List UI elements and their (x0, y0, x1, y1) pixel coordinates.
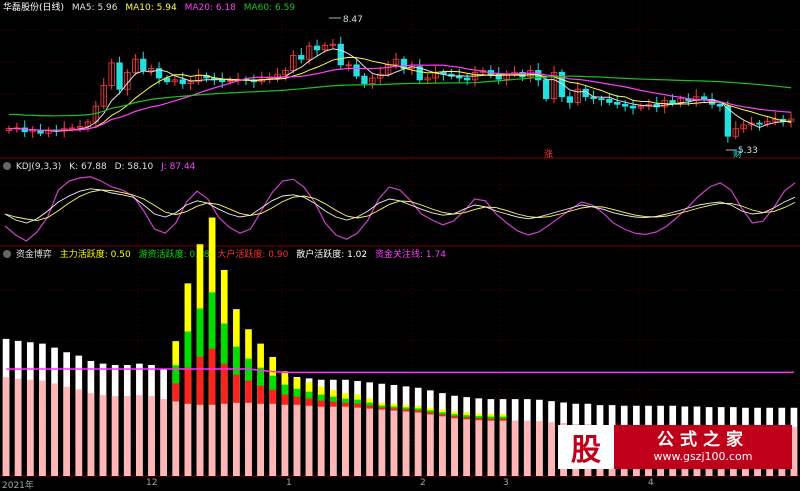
watermark-banner: 股 公式之家 www.gszj100.com (558, 425, 792, 469)
candle (463, 77, 471, 81)
ma20-line (8, 64, 792, 132)
candle (716, 103, 724, 107)
x-tick-label: 1 (286, 478, 292, 488)
kdj-j-line (4, 176, 796, 242)
candle (629, 105, 637, 109)
watermark-url: www.gszj100.com (653, 450, 753, 463)
candle (598, 98, 605, 101)
candle (361, 75, 368, 85)
candle (614, 102, 621, 105)
watermark-title: 公式之家 (657, 430, 749, 450)
candle (353, 64, 360, 77)
chart-window: { "panel1": { "name": "华磊股份(日线)", "ma5":… (0, 0, 800, 491)
x-tick-label: 3 (503, 478, 509, 488)
candle (756, 122, 763, 125)
x-tick-label: 2 (420, 478, 426, 488)
candle (700, 96, 708, 100)
chart-canvas: 8.475.33涨财 (0, 0, 800, 477)
candle (566, 96, 574, 103)
x-tick-label: 2021年 (2, 481, 34, 491)
candle (219, 79, 226, 83)
candle (298, 55, 305, 60)
x-tick-label: 4 (648, 478, 654, 488)
candle (606, 99, 613, 103)
candle (669, 100, 676, 104)
candle (313, 45, 321, 51)
candle (542, 79, 550, 100)
ma5-line (8, 48, 792, 132)
candle (116, 62, 123, 90)
candle (456, 75, 463, 79)
candle (179, 79, 186, 85)
watermark-logo: 股 (558, 425, 614, 469)
limit-up-mark: 涨 (544, 149, 553, 160)
candle (621, 103, 629, 107)
high-price-label: 8.47 (343, 15, 363, 25)
candle (140, 58, 147, 71)
finance-mark: 财 (733, 148, 742, 160)
x-tick-label: 12 (146, 478, 158, 488)
candle (337, 43, 344, 66)
